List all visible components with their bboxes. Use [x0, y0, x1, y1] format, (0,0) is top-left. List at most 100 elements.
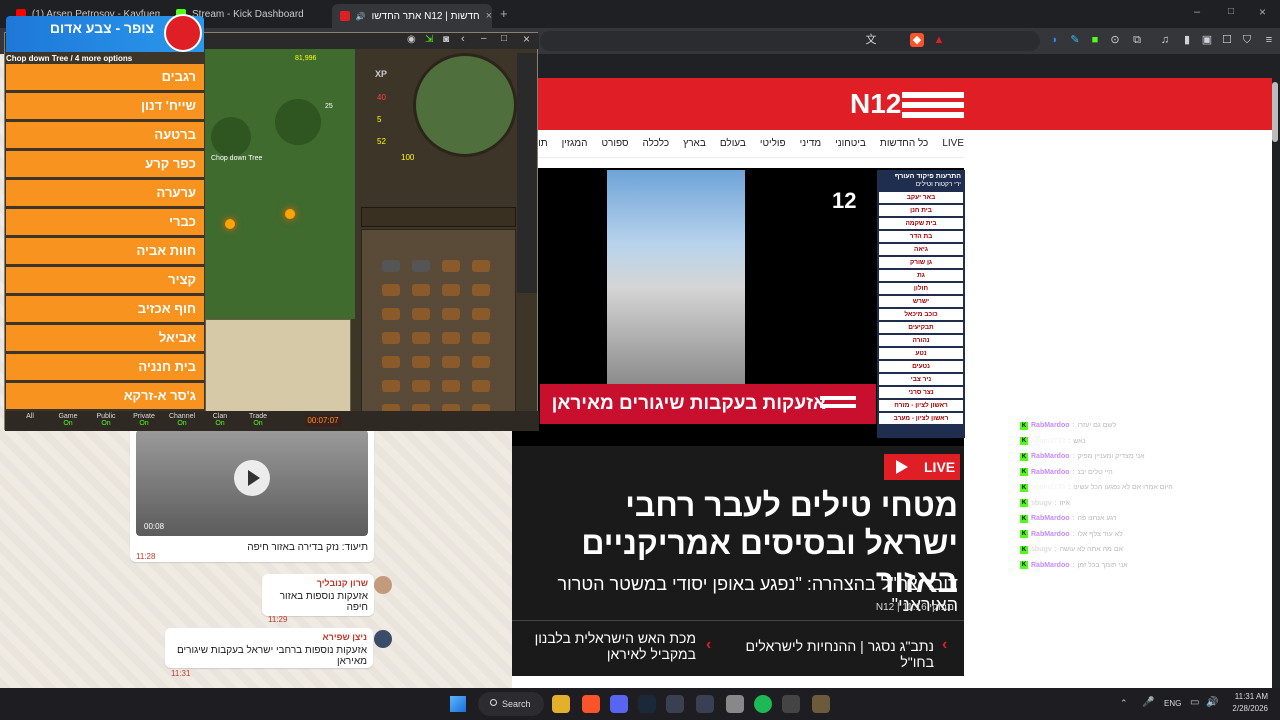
wallet-icon[interactable]: ▣ — [1200, 33, 1214, 47]
volume-icon[interactable]: 🔊 — [1206, 697, 1218, 708]
inventory-panel[interactable] — [361, 229, 516, 429]
chat-tab[interactable]: Channel On — [165, 413, 199, 427]
video-thumbnail[interactable]: 00:08 — [136, 430, 368, 536]
close-icon[interactable]: × — [1259, 5, 1266, 19]
tree[interactable] — [211, 117, 251, 157]
prayer-orb[interactable]: 5 — [377, 115, 381, 124]
inventory-slot[interactable] — [442, 332, 460, 344]
inventory-slot[interactable] — [412, 332, 430, 344]
nav-item[interactable]: ביטחוני — [835, 138, 866, 149]
n12-logo[interactable]: N12 — [850, 88, 901, 120]
discord-icon[interactable]: ◉ — [407, 34, 416, 45]
minimize-icon[interactable]: – — [481, 33, 487, 44]
brave-shield-icon[interactable]: ◆ — [910, 33, 924, 47]
inventory-slot[interactable] — [442, 356, 460, 368]
chat-username[interactable]: sbugv — [1031, 500, 1052, 507]
chat-username[interactable]: noam2733 — [1031, 484, 1065, 491]
speaker-icon[interactable]: 🔊 — [356, 12, 366, 21]
mic-icon[interactable]: 🎤 — [1142, 697, 1154, 708]
menu-icon[interactable]: ≡ — [1262, 33, 1276, 47]
inventory-slot[interactable] — [412, 284, 430, 296]
tab-icons[interactable] — [361, 207, 516, 227]
minimap[interactable] — [413, 53, 517, 157]
chat-username[interactable]: noam2733 — [1031, 438, 1065, 445]
minimize-icon[interactable]: – — [1194, 6, 1200, 18]
chat-username[interactable]: RabMardoo — [1031, 422, 1070, 429]
nav-item[interactable]: בארץ — [683, 138, 706, 149]
avatar[interactable] — [374, 576, 392, 594]
runelite-icon[interactable] — [812, 695, 830, 713]
inventory-slot[interactable] — [472, 284, 490, 296]
inventory-slot[interactable] — [442, 380, 460, 392]
inventory-slot[interactable] — [442, 308, 460, 320]
avatar[interactable] — [374, 630, 392, 648]
game-chatbox[interactable] — [205, 319, 351, 413]
extension-icon[interactable]: ◗ — [1048, 33, 1062, 47]
new-tab-icon[interactable]: + — [500, 6, 508, 21]
nav-item[interactable]: המגזין — [562, 138, 588, 149]
brave-icon[interactable] — [582, 695, 600, 713]
inventory-slot[interactable] — [382, 356, 400, 368]
hp-orb[interactable]: 40 — [377, 93, 386, 102]
obs-icon[interactable] — [726, 695, 744, 713]
tab-n12[interactable]: 🔊 חדשות | N12 אתר החדשות ש × — [332, 4, 492, 28]
discord-icon[interactable] — [610, 695, 628, 713]
search-button[interactable]: Search — [478, 692, 544, 716]
tree[interactable] — [275, 99, 321, 145]
login-icon[interactable]: ⇲ — [425, 34, 433, 45]
chat-tab[interactable]: All — [13, 413, 47, 420]
chat-username[interactable]: RabMardoo — [1031, 562, 1070, 569]
puzzle-icon[interactable]: ⧉ — [1130, 33, 1144, 47]
scrollbar[interactable] — [1272, 82, 1278, 142]
inventory-slot[interactable] — [412, 356, 430, 368]
vpn-icon[interactable]: ☐ — [1220, 33, 1234, 47]
nav-item[interactable]: פוליטי — [760, 138, 786, 149]
chevron-up-icon[interactable]: ⌃ — [1120, 698, 1128, 709]
chat-tab[interactable]: Private On — [127, 413, 161, 427]
inventory-slot[interactable] — [472, 308, 490, 320]
url-field[interactable] — [540, 31, 1040, 51]
app-icon[interactable] — [696, 695, 714, 713]
chat-tab[interactable]: Trade On — [241, 413, 275, 427]
spotify-icon[interactable] — [754, 695, 772, 713]
camera-icon[interactable]: ◙ — [443, 34, 449, 45]
nav-item[interactable]: מדיני — [800, 138, 822, 149]
play-icon[interactable] — [234, 460, 270, 496]
translate-icon[interactable]: 文 — [864, 33, 878, 47]
news-link[interactable]: מכת האש הישראלית בלבנון במקביל לאיראן — [520, 630, 696, 662]
chat-tab[interactable]: Public On — [89, 413, 123, 427]
app-icon[interactable] — [782, 695, 800, 713]
inventory-slot[interactable] — [412, 308, 430, 320]
inventory-slot[interactable] — [472, 332, 490, 344]
nav-item[interactable]: ספורט — [601, 138, 628, 149]
maximize-icon[interactable]: □ — [1228, 6, 1234, 17]
chat-tab[interactable]: Clan On — [203, 413, 237, 427]
app-icon[interactable] — [666, 695, 684, 713]
inventory-slot[interactable] — [412, 260, 430, 272]
clock-date[interactable]: 2/28/2026 — [1228, 704, 1268, 713]
nav-item[interactable]: LIVE — [942, 138, 964, 149]
inventory-slot[interactable] — [382, 380, 400, 392]
media-icon[interactable]: ♫ — [1158, 33, 1172, 47]
file-explorer-icon[interactable] — [552, 695, 570, 713]
close-icon[interactable]: × — [523, 32, 530, 46]
game-viewport[interactable]: Chop down Tree 81,996 25 — [205, 49, 355, 319]
inventory-slot[interactable] — [382, 308, 400, 320]
chat-username[interactable]: RabMardoo — [1031, 531, 1070, 538]
xp-orb[interactable]: XP — [375, 69, 387, 79]
chat-username[interactable]: RabMardoo — [1031, 515, 1070, 522]
run-orb[interactable]: 52 — [377, 137, 386, 146]
chevron-left-icon[interactable]: ‹ — [461, 33, 465, 45]
sidebar-icon[interactable]: ▮ — [1180, 33, 1194, 47]
inventory-slot[interactable] — [442, 260, 460, 272]
network-icon[interactable]: ▭ — [1190, 697, 1199, 708]
close-tab-icon[interactable]: × — [486, 10, 492, 22]
inventory-slot[interactable] — [412, 380, 430, 392]
clock-time[interactable]: 11:31 AM — [1228, 692, 1268, 701]
inventory-slot[interactable] — [382, 260, 400, 272]
windows-start-icon[interactable] — [450, 696, 466, 712]
chat-username[interactable]: sbugv — [1031, 546, 1052, 553]
chat-username[interactable]: RabMardoo — [1031, 469, 1070, 476]
nav-item[interactable]: כל החדשות — [880, 138, 928, 149]
inventory-slot[interactable] — [382, 332, 400, 344]
